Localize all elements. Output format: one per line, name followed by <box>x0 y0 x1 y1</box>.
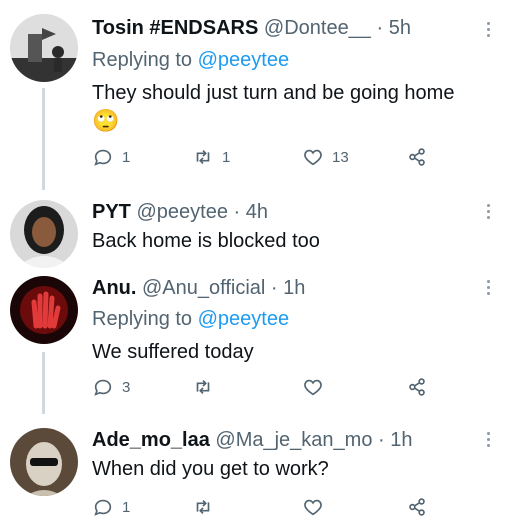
retweet-icon <box>196 149 210 165</box>
replying-handle[interactable]: @peeytee <box>198 49 289 71</box>
tweet-2[interactable]: PYT @peeytee · 4h Back home is blocked t… <box>0 190 517 268</box>
user-handle[interactable]: @Ma_je_kan_mo <box>215 429 372 451</box>
retweet-button[interactable] <box>192 376 214 398</box>
tweet-text: They should just turn and be going home <box>92 82 455 104</box>
reply-count: 1 <box>122 148 131 166</box>
separator: · <box>372 429 391 451</box>
replying-label: Replying to <box>92 49 193 71</box>
like-icon <box>304 149 322 166</box>
tweet-actions: 1 <box>92 496 452 520</box>
tweet-actions: 3 <box>92 376 452 400</box>
avatar[interactable] <box>10 14 78 82</box>
share-icon <box>409 378 425 396</box>
share-icon <box>409 498 425 516</box>
retweet-button[interactable] <box>192 496 214 518</box>
reply-icon <box>94 149 112 166</box>
like-button[interactable] <box>302 376 324 398</box>
avatar[interactable] <box>10 428 78 496</box>
timestamp[interactable]: 4h <box>246 201 268 223</box>
like-button[interactable] <box>302 496 324 518</box>
tweet-header: Ade_mo_laa @Ma_je_kan_mo · 1h <box>92 427 413 453</box>
emoji-face-icon: 🙄 <box>92 108 120 133</box>
user-handle[interactable]: @Dontee__ <box>264 17 371 39</box>
like-icon <box>304 379 322 396</box>
tweet-4[interactable]: Ade_mo_laa @Ma_je_kan_mo · 1h When did y… <box>0 414 517 532</box>
reply-button[interactable]: 3 <box>92 376 130 398</box>
user-handle[interactable]: @peeytee <box>136 201 227 223</box>
replying-to: Replying to @peeytee <box>92 306 289 332</box>
avatar[interactable] <box>10 200 78 268</box>
tweet-3[interactable]: Anu. @Anu_official · 1h Replying to @pee… <box>0 264 517 414</box>
replying-handle[interactable]: @peeytee <box>198 308 289 330</box>
like-count: 13 <box>332 148 349 166</box>
more-icon[interactable] <box>487 204 491 222</box>
retweet-count: 1 <box>222 148 231 166</box>
reply-count: 3 <box>122 378 131 396</box>
reply-icon <box>94 499 112 516</box>
tweet-text: Back home is blocked too <box>92 230 320 252</box>
share-button[interactable] <box>406 146 428 168</box>
share-icon <box>409 148 425 166</box>
separator: · <box>227 201 246 223</box>
share-button[interactable] <box>406 376 428 398</box>
display-name[interactable]: Anu. <box>92 277 136 299</box>
display-name[interactable]: PYT <box>92 201 131 223</box>
timestamp[interactable]: 1h <box>390 429 412 451</box>
reply-count: 1 <box>122 498 131 516</box>
tweet-actions: 1 1 13 <box>92 146 452 170</box>
share-button[interactable] <box>406 496 428 518</box>
replying-label: Replying to <box>92 308 193 330</box>
tweet-1[interactable]: Tosin #ENDSARS @Dontee__ · 5h Replying t… <box>0 0 517 190</box>
like-button[interactable]: 13 <box>302 146 349 168</box>
timestamp[interactable]: 5h <box>389 17 411 39</box>
retweet-icon <box>196 379 210 395</box>
tweet-header: Anu. @Anu_official · 1h <box>92 275 305 301</box>
timestamp[interactable]: 1h <box>283 277 305 299</box>
separator: · <box>265 277 284 299</box>
tweet-text: We suffered today <box>92 341 254 363</box>
tweet-header: PYT @peeytee · 4h <box>92 199 268 225</box>
tweet-text: When did you get to work? <box>92 458 329 480</box>
reply-button[interactable]: 1 <box>92 496 130 518</box>
reply-button[interactable]: 1 <box>92 146 130 168</box>
thread-line <box>42 88 45 190</box>
display-name[interactable]: Tosin #ENDSARS <box>92 17 258 39</box>
display-name[interactable]: Ade_mo_laa <box>92 429 210 451</box>
like-icon <box>304 499 322 516</box>
replying-to: Replying to @peeytee <box>92 47 289 73</box>
tweet-header: Tosin #ENDSARS @Dontee__ · 5h <box>92 15 411 41</box>
reply-icon <box>94 379 112 396</box>
retweet-icon <box>196 499 210 515</box>
separator: · <box>370 17 389 39</box>
more-icon[interactable] <box>487 280 491 298</box>
retweet-button[interactable]: 1 <box>192 146 230 168</box>
thread-line <box>42 352 45 414</box>
more-icon[interactable] <box>487 432 491 450</box>
more-icon[interactable] <box>487 22 491 40</box>
avatar[interactable] <box>10 276 78 344</box>
user-handle[interactable]: @Anu_official <box>142 277 265 299</box>
